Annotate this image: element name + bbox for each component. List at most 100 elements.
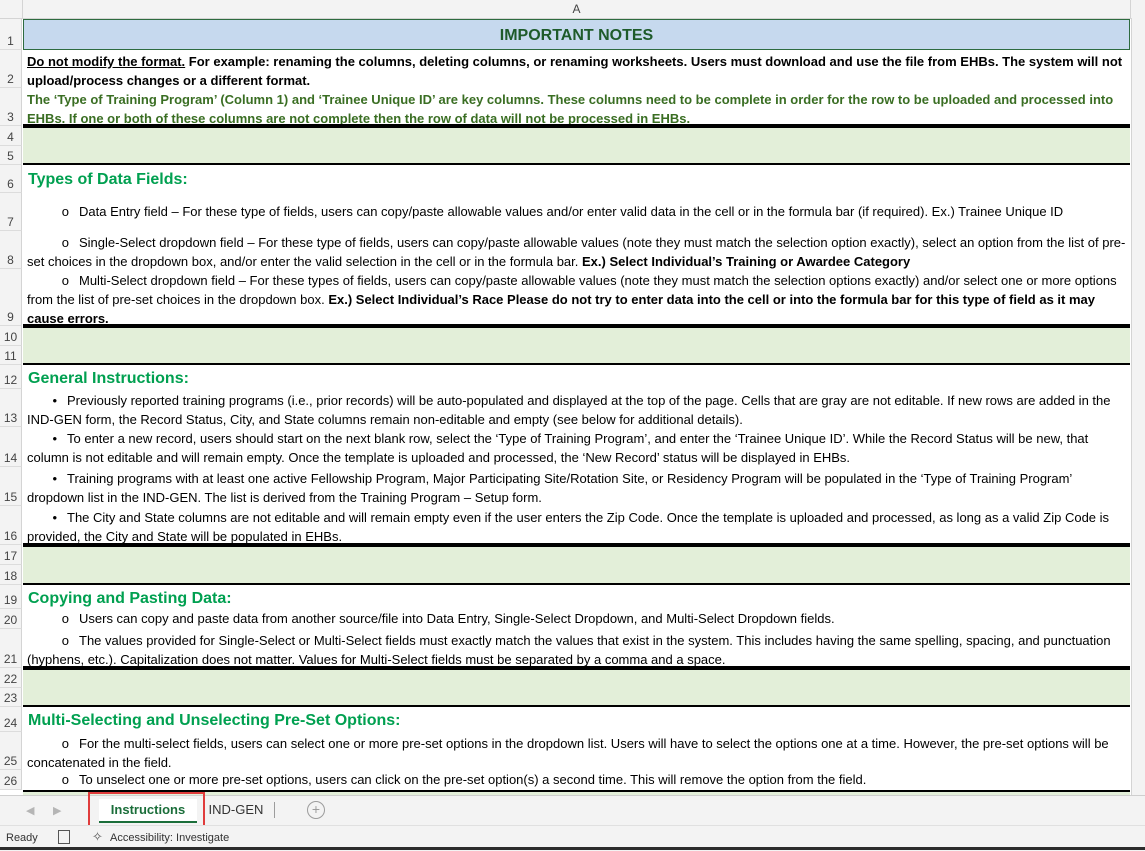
cell-a25[interactable]: o For the multi-select fields, users can … [23, 732, 1130, 770]
cell-a8[interactable]: o Single-Select dropdown field – For thes… [23, 231, 1130, 269]
row-header[interactable]: 19 [0, 585, 22, 609]
dot-bullet: • [52, 393, 57, 408]
row-number: 25 [3, 754, 18, 768]
row-header[interactable]: 4 [0, 126, 22, 146]
cell-a15[interactable]: • Training programs with at least one act… [23, 467, 1130, 506]
instructions-tab-highlight [88, 792, 205, 827]
tab-divider [274, 802, 275, 818]
section-heading-copying[interactable]: Copying and Pasting Data: [23, 585, 1130, 609]
row-header[interactable]: 13 [0, 389, 22, 427]
row-header[interactable]: 1 [0, 19, 22, 50]
dot-bullet: • [52, 431, 57, 446]
data-entry-field-text: Data Entry field – For these type of fie… [79, 204, 1064, 219]
do-not-modify-text: Do not modify the format. [27, 54, 186, 69]
row-number: 3 [7, 110, 14, 124]
spacer-band-10-11[interactable] [23, 326, 1130, 365]
row-header[interactable]: 25 [0, 732, 22, 770]
row-header[interactable]: 5 [0, 146, 22, 165]
row-header[interactable]: 16 [0, 506, 22, 545]
cell-a26[interactable]: o To unselect one or more pre-set options… [23, 770, 1130, 790]
circle-bullet: o [61, 204, 69, 219]
spacer-band-22-23[interactable] [23, 668, 1130, 707]
dot-bullet: • [52, 510, 57, 525]
row-header[interactable]: 26 [0, 770, 22, 790]
row-number: 1 [7, 34, 14, 48]
row-header[interactable]: 24 [0, 707, 22, 732]
cell-a3[interactable]: The ‘Type of Training Program’ (Column 1… [23, 88, 1130, 126]
spacer-band-4-5[interactable] [23, 126, 1130, 165]
row-header[interactable]: 7 [0, 193, 22, 231]
row-number: 14 [3, 451, 18, 465]
cell-a2[interactable]: Do not modify the format. For example: r… [23, 50, 1130, 88]
row-header[interactable]: 14 [0, 427, 22, 467]
row-number: 18 [3, 569, 18, 583]
row-number: 4 [7, 130, 14, 144]
circle-bullet: o [61, 633, 69, 648]
row-number: 12 [3, 373, 18, 387]
single-select-example: Ex.) Select Individual’s Training or Awa… [582, 254, 911, 269]
copy-paste-text: Users can copy and paste data from anoth… [79, 611, 835, 626]
column-header-a[interactable]: A [23, 0, 1131, 18]
section-heading-types[interactable]: Types of Data Fields: [23, 165, 1130, 193]
row-header[interactable]: 9 [0, 269, 22, 326]
row-number: 5 [7, 149, 14, 163]
new-record-text: To enter a new record, users should star… [27, 431, 1089, 465]
dot-bullet: • [52, 471, 57, 486]
vertical-scrollbar[interactable] [1131, 18, 1145, 795]
row-header[interactable]: 18 [0, 565, 22, 585]
row-header[interactable]: 15 [0, 467, 22, 506]
cell-a13[interactable]: • Previously reported training programs (… [23, 389, 1130, 427]
row-number: 24 [3, 716, 18, 730]
spacer-band-17-18[interactable] [23, 545, 1130, 585]
accessibility-icon[interactable]: ✧ [92, 829, 103, 845]
row-header[interactable]: 3 [0, 88, 22, 126]
sheet-tab-ind-gen[interactable]: IND-GEN [200, 799, 272, 821]
key-columns-note: The ‘Type of Training Program’ (Column 1… [27, 92, 1114, 126]
row-number: 10 [3, 330, 18, 344]
row-header[interactable]: 21 [0, 629, 22, 668]
row-number: 16 [3, 529, 18, 543]
cell-a9[interactable]: o Multi-Select dropdown field – For these… [23, 269, 1130, 326]
accessibility-status[interactable]: Accessibility: Investigate [110, 832, 229, 844]
row-header[interactable]: 10 [0, 326, 22, 346]
row-number: 11 [4, 349, 17, 363]
section-heading-general[interactable]: General Instructions: [23, 365, 1130, 389]
circle-bullet: o [61, 235, 69, 250]
cell-a14[interactable]: • To enter a new record, users should sta… [23, 427, 1130, 467]
row-header[interactable]: 11 [0, 346, 22, 365]
row-number: 26 [3, 774, 18, 788]
unselect-text: To unselect one or more pre-set options,… [79, 772, 867, 787]
status-ready: Ready [6, 832, 38, 844]
scroll-tabs-right-icon[interactable]: ▶ [53, 804, 61, 817]
row-header[interactable]: 12 [0, 365, 22, 389]
cell-a7[interactable]: o Data Entry field – For these type of fi… [23, 193, 1130, 231]
circle-bullet: o [61, 273, 69, 288]
row-header[interactable]: 23 [0, 688, 22, 707]
row-number: 23 [3, 691, 18, 705]
cell-a16[interactable]: • The City and State columns are not edit… [23, 506, 1130, 545]
row2-rest-text: For example: renaming the columns, delet… [27, 54, 1123, 88]
cell-a20[interactable]: o Users can copy and paste data from anot… [23, 609, 1130, 629]
scroll-tabs-left-icon[interactable]: ◀ [26, 804, 34, 817]
row-header[interactable]: 6 [0, 165, 22, 193]
row-header[interactable]: 8 [0, 231, 22, 269]
circle-bullet: o [61, 736, 69, 751]
spreadsheet-grid[interactable]: A 1 2 3 4 5 6 7 8 9 10 11 12 13 14 15 16 17 18 19 20 21 22 23 2… [0, 0, 1145, 795]
column-header-bar: A [0, 0, 1145, 19]
row-header[interactable]: 20 [0, 609, 22, 629]
section-heading-multi[interactable]: Multi-Selecting and Unselecting Pre-Set … [23, 707, 1130, 732]
add-sheet-icon[interactable]: + [307, 801, 325, 819]
exact-match-text: The values provided for Single-Select or… [27, 633, 1111, 667]
cell-a21[interactable]: o The values provided for Single-Select o… [23, 629, 1130, 668]
select-all-corner[interactable] [0, 0, 23, 18]
single-select-text: Single-Select dropdown field – For these… [27, 235, 1126, 269]
row-number: 7 [7, 215, 14, 229]
important-notes-title[interactable]: IMPORTANT NOTES [23, 19, 1130, 50]
row-number: 17 [3, 549, 18, 563]
circle-bullet: o [61, 772, 69, 787]
cell-mode-icon[interactable] [58, 830, 70, 844]
row-header[interactable]: 2 [0, 50, 22, 88]
row-header[interactable]: 22 [0, 668, 22, 688]
row-number: 15 [3, 490, 18, 504]
row-header[interactable]: 17 [0, 545, 22, 565]
